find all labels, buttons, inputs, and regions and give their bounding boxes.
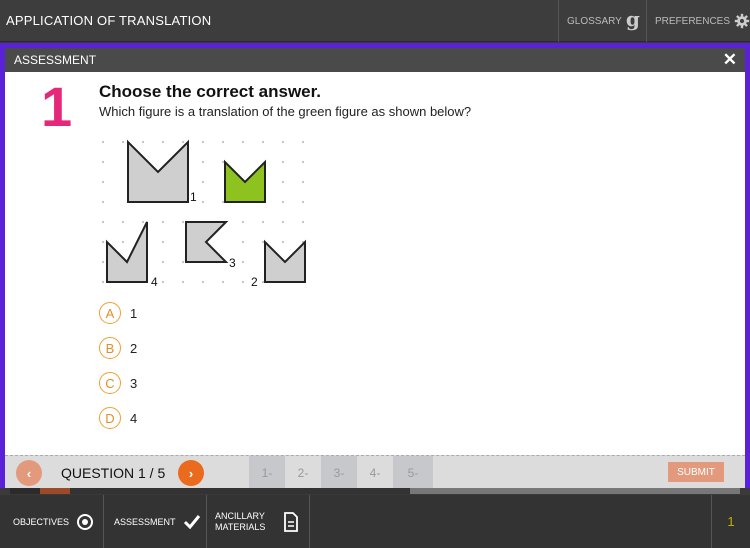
green-figure-shape [224,159,266,203]
question-tab-5[interactable]: 5- [393,456,433,489]
progress-strip-segment [70,488,410,494]
option-c[interactable]: C 3 [99,372,137,394]
translation-figure: 1 2 3 4 [102,139,306,289]
close-icon[interactable]: ✕ [723,50,737,70]
option-b[interactable]: B 2 [99,337,137,359]
bottom-bar: OBJECTIVES ASSESSMENT ANCILLARY MATERIAL… [0,495,750,548]
option-d[interactable]: D 4 [99,407,137,429]
question-tab-1[interactable]: 1- [249,456,285,489]
figure-label-2: 2 [251,275,258,289]
figure-4-shape [106,221,148,283]
preferences-button[interactable]: PREFERENCES [646,0,750,42]
preferences-label: PREFERENCES [655,15,731,27]
question-number: 1 [41,75,73,138]
question-counter: QUESTION 1 / 5 [61,465,166,481]
checkmark-icon [183,514,200,529]
previous-question-button[interactable]: ‹ [16,460,42,486]
assessment-panel: ASSESSMENT ✕ 1 Choose the correct answer… [5,48,745,489]
option-a-letter[interactable]: A [99,302,121,324]
question-tab-4[interactable]: 4- [357,456,393,489]
figure-1-shape [127,139,189,203]
option-c-text: 3 [130,375,138,391]
assessment-button[interactable]: ASSESSMENT [104,495,207,548]
next-question-button[interactable]: › [178,460,204,486]
question-text: Which figure is a translation of the gre… [99,104,472,119]
glossary-g-icon: g [625,7,640,31]
question-tab-2[interactable]: 2- [285,456,321,489]
gear-icon [734,13,750,29]
question-navigation: ‹ QUESTION 1 / 5 › 1- 2- 3- 4- 5- SUBMIT [5,455,745,489]
option-a[interactable]: A 1 [99,302,137,324]
option-b-letter[interactable]: B [99,337,121,359]
ancillary-materials-button[interactable]: ANCILLARY MATERIALS [207,495,310,548]
question-tab-3[interactable]: 3- [321,456,357,489]
panel-title: ASSESSMENT [14,53,97,67]
figure-3-shape [185,221,229,263]
objectives-label: OBJECTIVES [13,516,70,527]
progress-strip-segment [410,488,740,494]
progress-strip-segment [40,488,70,494]
figure-label-3: 3 [229,256,236,270]
top-bar: APPLICATION OF TRANSLATION GLOSSARY g PR… [0,0,750,42]
glossary-button[interactable]: GLOSSARY g [558,0,646,42]
document-icon [284,511,298,532]
figure-2-shape [264,239,306,283]
app-title: APPLICATION OF TRANSLATION [6,13,212,28]
figure-label-1: 1 [190,190,197,204]
target-icon [77,513,94,530]
option-d-letter[interactable]: D [99,407,121,429]
question-heading: Choose the correct answer. [99,82,322,101]
option-d-text: 4 [130,410,138,426]
figure-label-4: 4 [151,275,158,289]
option-a-text: 1 [130,305,138,321]
glossary-label: GLOSSARY [567,15,622,27]
assessment-label: ASSESSMENT [114,516,176,527]
panel-header: ASSESSMENT ✕ [5,48,745,72]
page-indicator: 1 [711,495,750,548]
objectives-button[interactable]: OBJECTIVES [0,495,104,548]
submit-button[interactable]: SUBMIT [668,462,724,482]
option-c-letter[interactable]: C [99,372,121,394]
ancillary-label: ANCILLARY MATERIALS [215,510,266,532]
option-b-text: 2 [130,340,138,356]
progress-strip-segment [10,488,40,494]
